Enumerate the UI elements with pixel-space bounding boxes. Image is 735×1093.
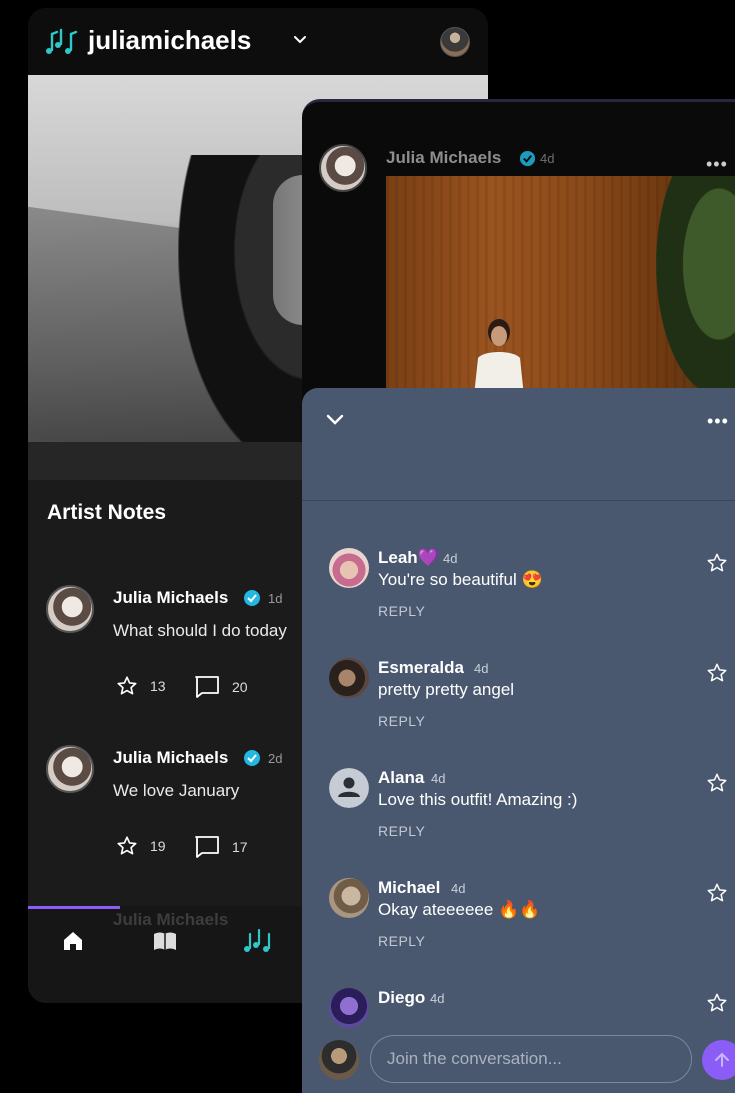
note-time: 2d [268,751,283,766]
artist-notes-heading: Artist Notes [47,501,167,524]
partially-hidden-note-author: Julia Michaels [113,910,229,929]
note-author[interactable]: Julia Michaels [113,748,228,768]
comment-time: 4d [430,991,445,1006]
artist-switcher[interactable]: juliamichaels [88,25,251,56]
avatar[interactable] [329,878,369,918]
comment-composer [302,1030,735,1093]
reply-button[interactable]: REPLY [378,713,425,729]
comment-text: You're so beautiful 😍 [378,570,543,589]
comment-count: 17 [232,839,248,855]
reply-button[interactable]: REPLY [378,823,425,839]
chevron-down-icon[interactable] [324,410,346,428]
like-action[interactable]: 19 [116,835,166,857]
note-text: What should I do today [113,621,287,640]
avatar[interactable] [46,585,94,633]
comment-icon[interactable] [194,835,220,859]
more-icon[interactable]: ••• [707,411,729,432]
comments-sheet: ••• Leah💜 4d You're so beautiful 😍 REPLY… [302,388,735,1093]
reply-button[interactable]: REPLY [378,603,425,619]
comment-author[interactable]: Michael [378,878,440,898]
comment-time: 4d [431,771,446,786]
star-icon[interactable] [706,662,728,684]
avatar[interactable] [319,144,367,192]
comment-input[interactable] [370,1035,692,1083]
verified-icon [244,750,260,766]
note-author[interactable]: Julia Michaels [113,588,228,608]
verified-icon [244,590,260,606]
avatar[interactable] [329,988,369,1028]
active-tab-indicator [28,906,120,909]
avatar[interactable] [46,745,94,793]
home-icon[interactable] [60,928,86,954]
book-icon[interactable] [152,928,178,954]
more-icon[interactable]: ••• [706,154,728,175]
post-photo[interactable] [386,176,735,396]
default-avatar-icon[interactable] [329,768,369,808]
music-notes-icon [46,28,78,54]
comment-text: Love this outfit! Amazing :) [378,790,578,809]
chevron-down-icon[interactable] [292,33,308,47]
comment-icon[interactable] [194,675,220,699]
verified-icon [519,150,536,167]
music-notes-icon[interactable] [242,928,276,954]
star-icon[interactable] [116,675,138,697]
app-header: juliamichaels [28,8,488,75]
send-icon [715,1052,729,1067]
comment-count: 20 [232,679,248,695]
send-button[interactable] [702,1040,735,1080]
comment-author[interactable]: Esmeralda [378,658,464,678]
star-icon[interactable] [116,835,138,857]
comment-action[interactable]: 20 [194,675,248,699]
avatar[interactable] [329,658,369,698]
like-count: 19 [150,838,166,854]
avatar [319,1040,359,1080]
star-icon[interactable] [706,992,728,1014]
star-icon[interactable] [706,552,728,574]
star-icon[interactable] [706,772,728,794]
like-count: 13 [150,678,166,694]
post-time: 4d [540,151,555,166]
comment-action[interactable]: 17 [194,835,248,859]
comment-author[interactable]: Alana [378,768,424,788]
post-author[interactable]: Julia Michaels [386,148,501,168]
reply-button[interactable]: REPLY [378,933,425,949]
comment-time: 4d [443,551,458,566]
star-icon[interactable] [706,882,728,904]
comment-author[interactable]: Leah💜 [378,548,439,568]
comment-time: 4d [474,661,489,676]
note-text: We love January [113,781,240,800]
avatar[interactable] [329,548,369,588]
divider [302,500,735,501]
like-action[interactable]: 13 [116,675,166,697]
comment-time: 4d [451,881,466,896]
note-time: 1d [268,591,283,606]
comment-text: pretty pretty angel [378,680,515,699]
comment-text: Okay ateeeeee 🔥🔥 [378,900,541,919]
comment-author[interactable]: Diego [378,988,425,1008]
profile-avatar[interactable] [440,27,470,57]
